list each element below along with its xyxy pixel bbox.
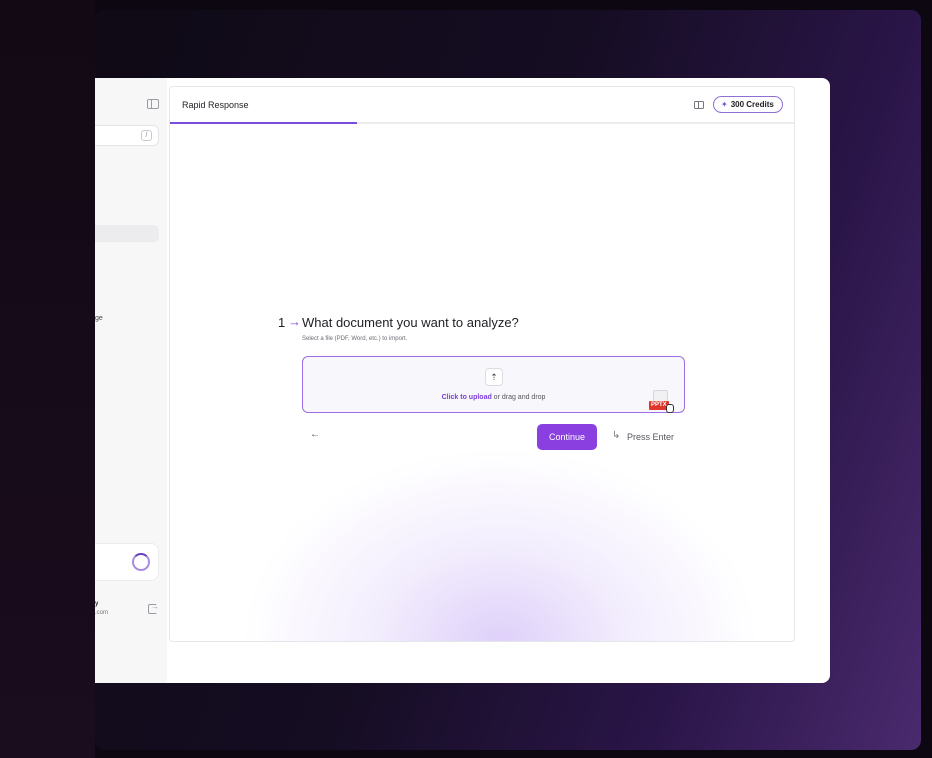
sidebar-item-active[interactable]: [95, 225, 159, 242]
search-input[interactable]: /: [95, 125, 159, 146]
file-dropzone[interactable]: ⇡ Click to upload or drag and drop PPTX: [302, 356, 685, 413]
credits-label: 300 Credits: [730, 100, 774, 109]
press-enter-hint: Press Enter: [627, 432, 675, 442]
question-number: 1: [278, 315, 286, 330]
upload-instructions: Click to upload or drag and drop: [303, 394, 684, 401]
panel-icon[interactable]: [694, 101, 704, 109]
progress-fill: [170, 122, 358, 124]
user-email: .com: [95, 610, 109, 616]
credits-button[interactable]: ✦ 300 Credits: [713, 96, 783, 113]
sidebar: / ge y .com: [95, 78, 167, 683]
progress-bar: [170, 122, 794, 124]
upload-rest-text: or drag and drop: [491, 394, 546, 401]
app-window: / ge y .com Rapid Response ✦ 300 Credits…: [95, 78, 830, 683]
upload-cloud-icon: ⇡: [485, 368, 503, 386]
loading-ring-icon: [132, 553, 150, 571]
upload-link[interactable]: Click to upload: [442, 394, 492, 401]
back-arrow-icon[interactable]: ←: [310, 429, 320, 440]
usage-card: [95, 543, 159, 581]
logout-icon[interactable]: [148, 602, 159, 614]
question-subtext: Select a file (PDF, Word, etc.) to impor…: [302, 336, 408, 342]
search-shortcut-key: /: [141, 130, 152, 141]
drag-cursor-icon: [666, 404, 674, 413]
sparkle-icon: ✦: [721, 100, 728, 109]
continue-button[interactable]: Continue: [537, 424, 597, 450]
sidebar-item-label[interactable]: ge: [95, 315, 103, 322]
background-left: [0, 0, 95, 758]
background-glow: [240, 447, 760, 641]
enter-key-icon: ↳: [612, 430, 621, 441]
user-name: y: [95, 601, 99, 607]
question-text: What document you want to analyze?: [302, 315, 519, 330]
top-bar: Rapid Response ✦ 300 Credits: [170, 87, 794, 123]
page-title: Rapid Response: [182, 100, 249, 110]
main-panel: Rapid Response ✦ 300 Credits 1 → What do…: [169, 86, 795, 642]
question-arrow: →: [288, 314, 301, 329]
sidebar-toggle-icon[interactable]: [147, 99, 159, 109]
